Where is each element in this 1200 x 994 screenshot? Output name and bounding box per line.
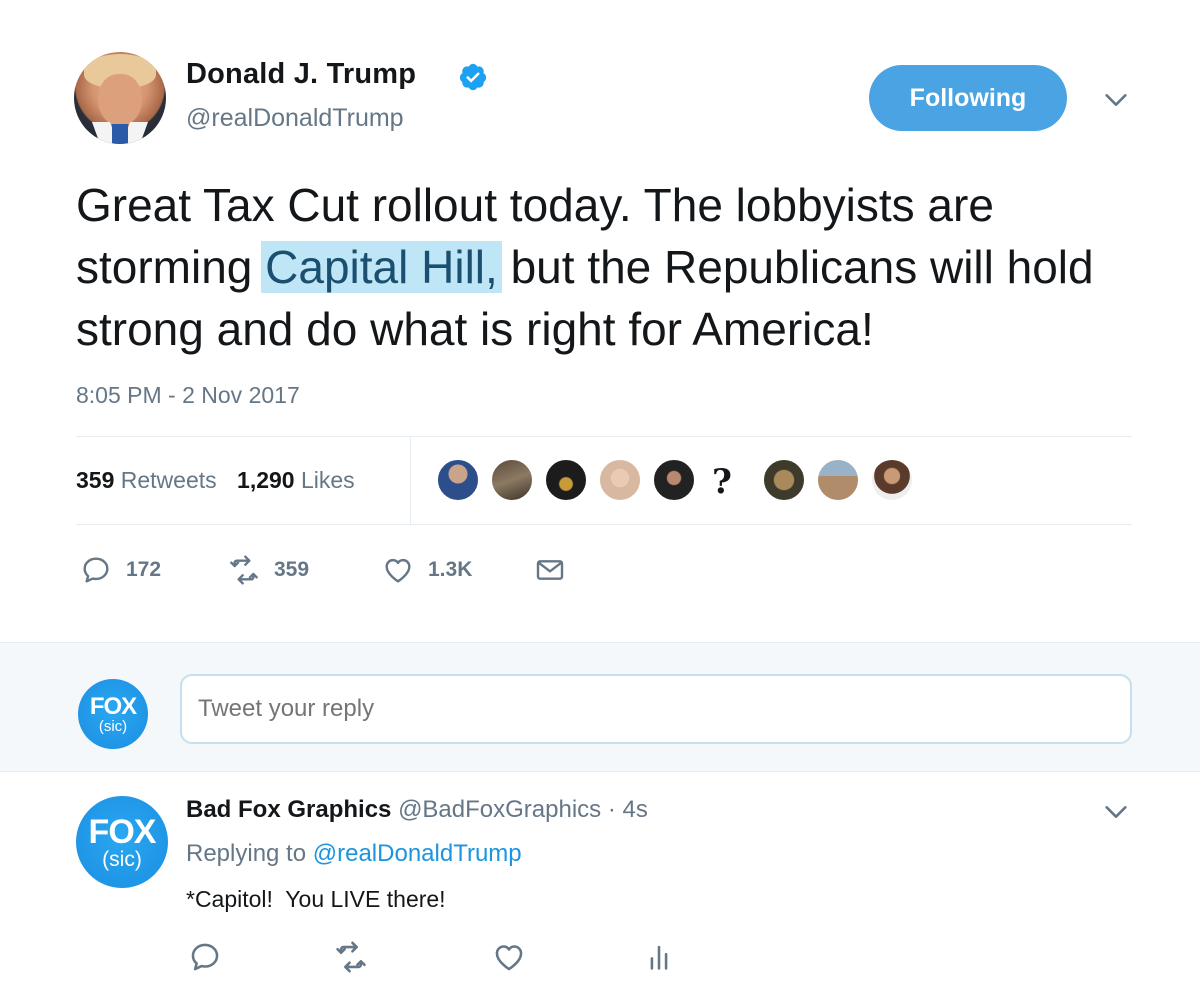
retweets-label: Retweets — [120, 467, 217, 493]
divider — [76, 524, 1132, 525]
reply-icon — [83, 557, 109, 583]
retweet-button[interactable] — [334, 940, 368, 974]
liker-avatar-placeholder[interactable]: ? — [712, 462, 742, 502]
reply-count: 172 — [126, 558, 162, 581]
divider — [76, 436, 1132, 437]
tweet-timestamp[interactable]: 8:05 PM - 2 Nov 2017 — [76, 382, 300, 409]
like-button[interactable] — [492, 940, 526, 974]
following-button[interactable]: Following — [869, 65, 1067, 131]
reply-button[interactable] — [188, 940, 222, 974]
reply-icon — [191, 943, 219, 971]
liker-avatar[interactable] — [598, 458, 642, 502]
tweet-stats: 359 Retweets 1,290 Likes — [76, 467, 355, 494]
author-handle[interactable]: @realDonaldTrump — [186, 104, 404, 133]
retweet-icon — [336, 941, 366, 973]
user-avatar[interactable]: FOX (sic) — [78, 679, 148, 749]
avatar-face — [98, 74, 142, 126]
reply-author-handle[interactable]: @BadFoxGraphics — [398, 796, 601, 823]
replying-to-label: Replying to — [186, 840, 307, 867]
retweets-count: 359 — [76, 467, 115, 493]
liker-avatar[interactable] — [544, 458, 588, 502]
liker-avatar[interactable] — [436, 458, 480, 502]
main-tweet: Donald J. Trump @realDonaldTrump Followi… — [0, 0, 1200, 642]
likes-count: 1,290 — [237, 467, 295, 493]
liker-avatar[interactable] — [816, 458, 860, 502]
chevron-down-icon[interactable] — [1102, 798, 1130, 826]
avatar-logo-subtext: (sic) — [98, 717, 128, 735]
liker-avatar[interactable] — [490, 458, 534, 502]
replying-to: Replying to @realDonaldTrump — [186, 840, 522, 868]
retweets-stat[interactable]: 359 Retweets — [76, 467, 217, 493]
envelope-icon — [536, 560, 564, 580]
heart-icon — [495, 945, 523, 971]
divider — [410, 437, 411, 524]
reply-tweet: FOX (sic) Bad Fox Graphics @BadFoxGraphi… — [0, 772, 1200, 994]
separator-dot: · — [607, 796, 616, 823]
verified-badge-icon — [459, 63, 487, 91]
avatar-logo-text: FOX — [88, 812, 157, 851]
reply-button[interactable]: 172 — [80, 552, 161, 588]
reply-input[interactable] — [180, 674, 1132, 744]
reply-age[interactable]: 4s — [623, 796, 648, 823]
reply-compose-area: FOX (sic) — [0, 642, 1200, 772]
tweet-text-highlight: Capital Hill, — [261, 241, 502, 293]
like-count: 1.3K — [428, 558, 473, 581]
retweet-count: 359 — [274, 558, 310, 581]
avatar-tie — [112, 124, 128, 144]
reply-text: *Capitol! You LIVE there! — [186, 886, 446, 912]
liker-avatar[interactable] — [762, 458, 806, 502]
analytics-button[interactable] — [642, 940, 676, 974]
liker-avatar[interactable] — [652, 458, 696, 502]
like-button[interactable]: 1.3K — [382, 552, 472, 588]
reply-author-avatar[interactable]: FOX (sic) — [76, 796, 168, 888]
avatar-logo-text: FOX — [89, 692, 137, 720]
liker-avatar[interactable] — [870, 458, 914, 502]
replying-to-link[interactable]: @realDonaldTrump — [313, 840, 522, 867]
author-avatar[interactable] — [74, 52, 166, 144]
retweet-button[interactable]: 359 — [228, 552, 309, 588]
author-display-name[interactable]: Donald J. Trump — [186, 58, 416, 91]
avatar-logo-subtext: (sic) — [102, 847, 142, 871]
tweet-text: Great Tax Cut rollout today. The lobbyis… — [76, 174, 1156, 360]
heart-icon — [385, 558, 411, 583]
chevron-down-icon[interactable] — [1102, 86, 1130, 114]
reply-author-name[interactable]: Bad Fox Graphics — [186, 796, 391, 823]
likes-label: Likes — [300, 467, 355, 493]
reply-header: Bad Fox Graphics @BadFoxGraphics · 4s — [186, 796, 648, 824]
likes-stat[interactable]: 1,290 Likes — [237, 467, 355, 493]
direct-message-button[interactable] — [534, 552, 566, 588]
retweet-icon — [230, 555, 258, 585]
analytics-icon — [650, 945, 668, 970]
